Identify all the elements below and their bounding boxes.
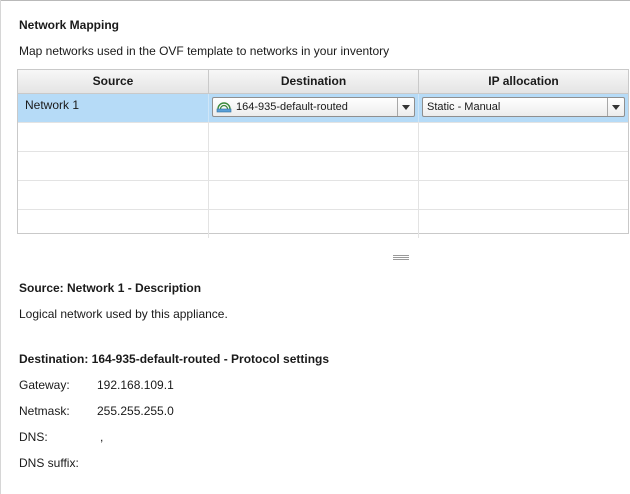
empty-cell bbox=[419, 181, 628, 209]
splitter-handle[interactable] bbox=[393, 255, 409, 260]
window-left-border bbox=[0, 0, 1, 494]
destination-cell: 164-935-default-routed bbox=[209, 94, 419, 122]
section-title: Network Mapping bbox=[19, 18, 120, 32]
empty-row bbox=[18, 123, 628, 152]
dropdown-arrow-icon[interactable] bbox=[397, 98, 414, 116]
empty-cell bbox=[419, 123, 628, 151]
empty-cell bbox=[18, 210, 209, 238]
source-description-text: Logical network used by this appliance. bbox=[19, 307, 228, 321]
network-mapping-grid: Source Destination IP allocation Network… bbox=[17, 69, 629, 238]
dropdown-arrow-icon[interactable] bbox=[607, 98, 624, 116]
empty-cell bbox=[209, 181, 419, 209]
column-header-destination[interactable]: Destination bbox=[209, 70, 419, 93]
empty-cell bbox=[18, 181, 209, 209]
grid-header: Source Destination IP allocation bbox=[18, 70, 628, 94]
source-description-title: Source: Network 1 - Description bbox=[19, 281, 202, 295]
empty-cell bbox=[419, 210, 628, 238]
gateway-label: Gateway: bbox=[19, 378, 70, 392]
netmask-label: Netmask: bbox=[19, 404, 70, 418]
netmask-value: 255.255.255.0 bbox=[97, 404, 174, 418]
empty-cell bbox=[18, 152, 209, 180]
window-top-border bbox=[0, 0, 630, 1]
column-header-ip-allocation[interactable]: IP allocation bbox=[419, 70, 628, 93]
dns-value: , bbox=[100, 430, 104, 444]
source-name: Network 1 bbox=[25, 98, 80, 112]
destination-value: 164-935-default-routed bbox=[236, 101, 348, 113]
empty-cell bbox=[18, 123, 209, 151]
column-header-source[interactable]: Source bbox=[18, 70, 209, 93]
network-icon bbox=[216, 101, 232, 113]
empty-cell bbox=[209, 210, 419, 238]
destination-settings-title: Destination: 164-935-default-routed - Pr… bbox=[19, 352, 330, 366]
gateway-value: 192.168.109.1 bbox=[97, 378, 174, 392]
empty-cell bbox=[209, 152, 419, 180]
ip-allocation-cell: Static - Manual bbox=[419, 94, 628, 122]
empty-cell bbox=[209, 123, 419, 151]
empty-row bbox=[18, 152, 628, 181]
ip-allocation-value: Static - Manual bbox=[427, 101, 501, 113]
dns-label: DNS: bbox=[19, 430, 48, 444]
dns-suffix-label: DNS suffix: bbox=[19, 456, 79, 470]
empty-row bbox=[18, 181, 628, 210]
ip-allocation-dropdown[interactable]: Static - Manual bbox=[422, 97, 625, 117]
empty-cell bbox=[419, 152, 628, 180]
empty-row bbox=[18, 210, 628, 238]
destination-dropdown[interactable]: 164-935-default-routed bbox=[212, 97, 415, 117]
table-row[interactable]: Network 1 164-935-default-routed Static … bbox=[18, 94, 628, 123]
section-intro: Map networks used in the OVF template to… bbox=[19, 44, 390, 58]
source-cell[interactable]: Network 1 bbox=[18, 94, 209, 122]
